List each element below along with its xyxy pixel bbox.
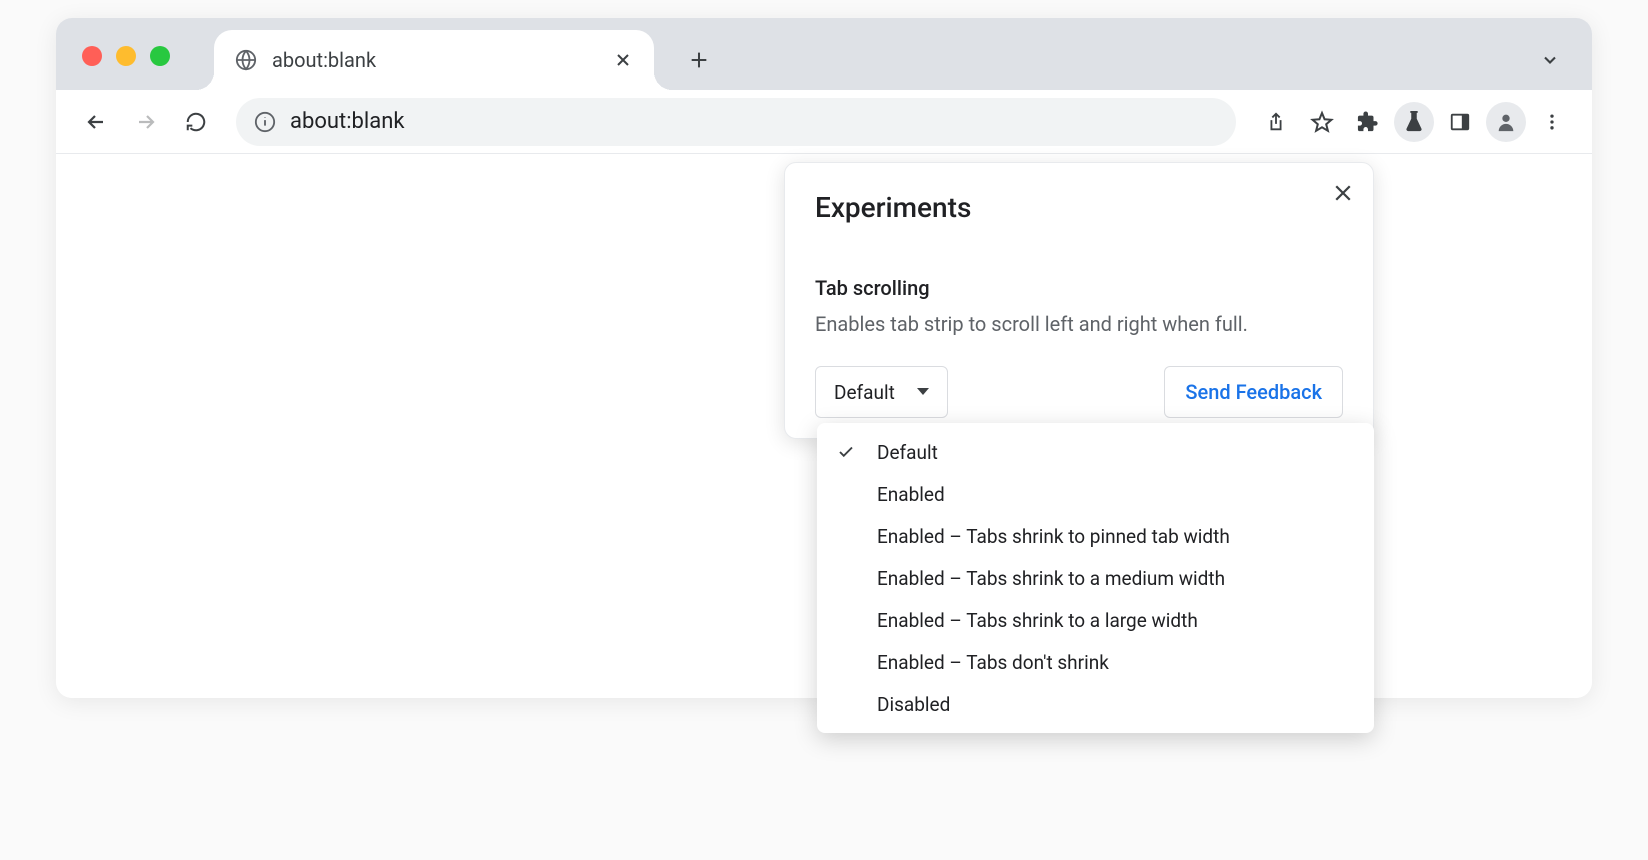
- experiments-button[interactable]: [1394, 102, 1434, 142]
- toolbar-right: [1256, 102, 1572, 142]
- back-button[interactable]: [76, 102, 116, 142]
- dropdown-option-label: Enabled: [877, 483, 945, 506]
- globe-icon: [234, 48, 258, 72]
- browser-window: about:blank: [56, 18, 1592, 698]
- toolbar: about:blank: [56, 90, 1592, 154]
- close-window-button[interactable]: [82, 46, 102, 66]
- share-button[interactable]: [1256, 102, 1296, 142]
- experiment-description: Enables tab strip to scroll left and rig…: [815, 310, 1343, 338]
- dropdown-option[interactable]: Enabled – Tabs shrink to a large width: [817, 599, 1374, 641]
- experiments-popup: Experiments Tab scrolling Enables tab st…: [784, 162, 1374, 439]
- dropdown-option-label: Enabled – Tabs shrink to a large width: [877, 609, 1198, 632]
- forward-button[interactable]: [126, 102, 166, 142]
- send-feedback-button[interactable]: Send Feedback: [1164, 366, 1343, 418]
- dropdown-option[interactable]: Enabled – Tabs shrink to a medium width: [817, 557, 1374, 599]
- new-tab-button[interactable]: [676, 37, 722, 83]
- chevron-down-icon[interactable]: [1534, 44, 1566, 76]
- check-icon: [837, 443, 865, 461]
- extensions-button[interactable]: [1348, 102, 1388, 142]
- tab-title: about:blank: [272, 48, 612, 72]
- dropdown-option-label: Default: [877, 441, 938, 464]
- window-controls: [82, 46, 170, 66]
- info-icon: [254, 111, 276, 133]
- dropdown-option-label: Disabled: [877, 693, 950, 716]
- fullscreen-window-button[interactable]: [150, 46, 170, 66]
- tab-strip: about:blank: [56, 18, 1592, 90]
- dropdown-option[interactable]: Disabled: [817, 683, 1374, 725]
- experiment-dropdown: Default Enabled Enabled – Tabs shrink to p…: [817, 423, 1374, 733]
- minimize-window-button[interactable]: [116, 46, 136, 66]
- close-tab-button[interactable]: [612, 49, 634, 71]
- dropdown-option-label: Enabled – Tabs shrink to a medium width: [877, 567, 1225, 590]
- dropdown-option[interactable]: Enabled – Tabs don't shrink: [817, 641, 1374, 683]
- profile-button[interactable]: [1486, 102, 1526, 142]
- reload-button[interactable]: [176, 102, 216, 142]
- dropdown-option[interactable]: Enabled – Tabs shrink to pinned tab widt…: [817, 515, 1374, 557]
- caret-down-icon: [917, 388, 929, 396]
- dropdown-option[interactable]: Enabled: [817, 473, 1374, 515]
- browser-tab[interactable]: about:blank: [214, 30, 654, 90]
- select-value: Default: [834, 381, 895, 404]
- experiment-name: Tab scrolling: [815, 276, 1343, 300]
- side-panel-button[interactable]: [1440, 102, 1480, 142]
- popup-close-button[interactable]: [1327, 177, 1359, 209]
- url-text: about:blank: [290, 109, 405, 134]
- dropdown-option-label: Enabled – Tabs don't shrink: [877, 651, 1109, 674]
- feedback-label: Send Feedback: [1185, 380, 1322, 404]
- menu-button[interactable]: [1532, 102, 1572, 142]
- address-bar[interactable]: about:blank: [236, 98, 1236, 146]
- bookmark-button[interactable]: [1302, 102, 1342, 142]
- experiment-select[interactable]: Default: [815, 366, 948, 418]
- popup-title: Experiments: [815, 191, 1343, 224]
- dropdown-option[interactable]: Default: [817, 431, 1374, 473]
- dropdown-option-label: Enabled – Tabs shrink to pinned tab widt…: [877, 525, 1230, 548]
